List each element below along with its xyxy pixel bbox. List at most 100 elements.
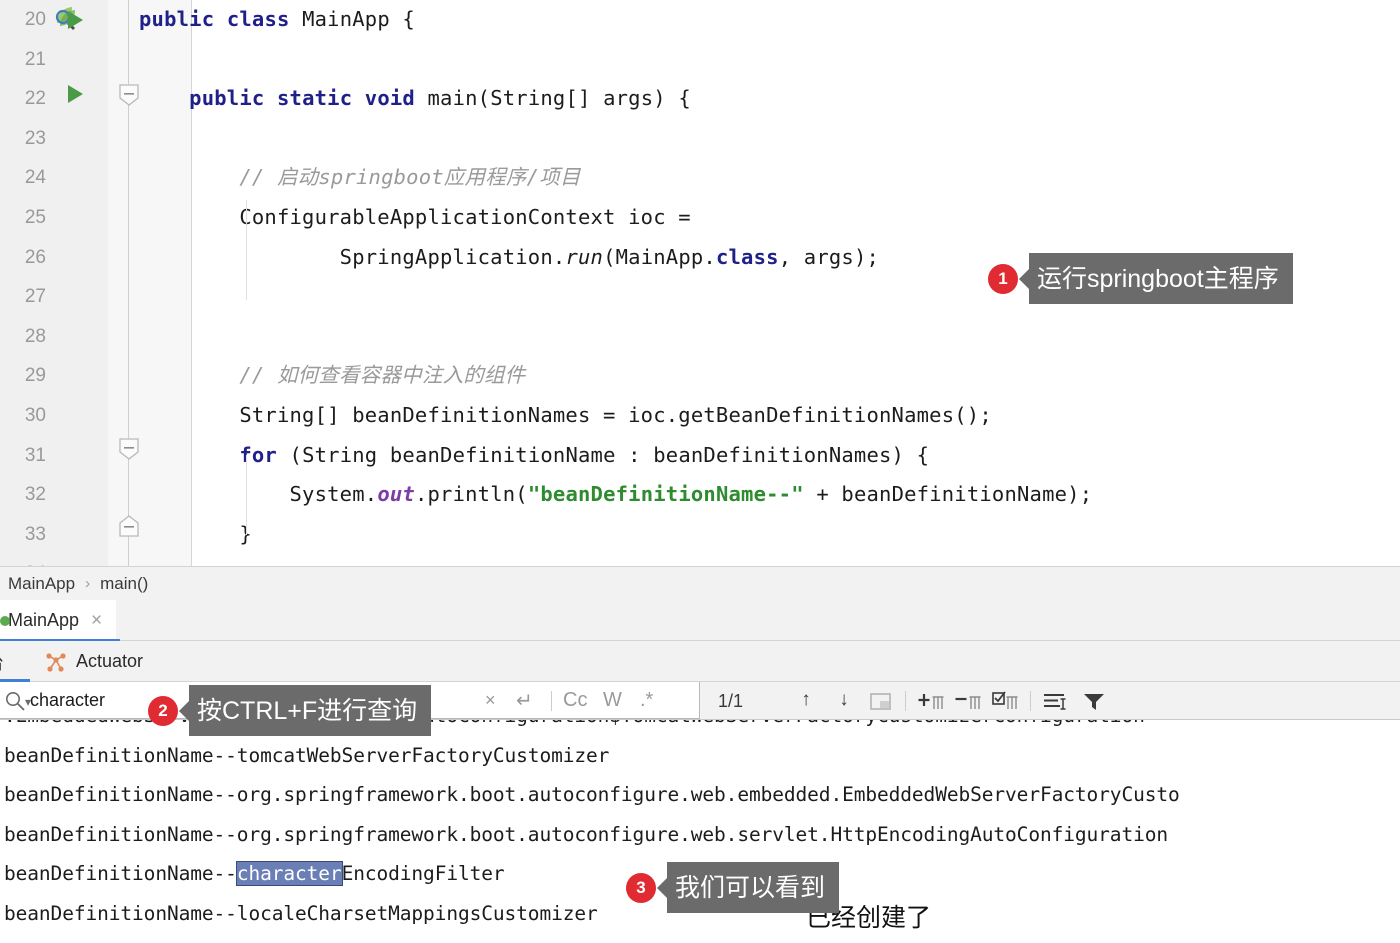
code-line[interactable]: 32 System.out.println("beanDefinitionNam… [0, 475, 1400, 515]
console-tab-strip[interactable]: 台 Actuator [0, 641, 1400, 682]
code-line[interactable]: 25 ConfigurableApplicationContext ioc = [0, 198, 1400, 238]
regex-toggle[interactable]: .* [640, 689, 653, 712]
console-line-text-after-match: EncodingFilter [341, 862, 505, 886]
tab-console-label: 台 [0, 649, 4, 675]
close-icon[interactable]: × [91, 611, 102, 630]
console-line[interactable]: beanDefinitionName--org.springframework.… [4, 783, 1180, 806]
code-text: SpringApplication.run(MainApp.class, arg… [139, 238, 879, 278]
code-token: run [565, 244, 604, 269]
run-main-method-icon[interactable] [68, 85, 83, 103]
code-token: // 启动springboot应用程序/项目 [239, 165, 581, 190]
code-token: + beanDefinitionName); [803, 482, 1093, 507]
code-token: class [226, 7, 290, 31]
code-token: void [364, 86, 415, 111]
annotation-text-box: 按CTRL+F进行查询 [189, 685, 432, 736]
annotation-number-badge: 3 [626, 872, 656, 903]
newline-search-icon[interactable]: ↵ [516, 688, 533, 713]
line-number: 20 [24, 9, 46, 30]
line-number: 24 [24, 167, 46, 189]
search-history-chevron-down-icon[interactable]: ▾ [25, 695, 31, 709]
code-token: public [139, 7, 215, 31]
search-input[interactable]: character [30, 690, 105, 711]
line-number: 25 [24, 206, 46, 228]
console-line[interactable]: beanDefinitionName--tomcatWebServerFacto… [4, 744, 609, 767]
indent-guide [246, 455, 247, 535]
line-number: 26 [24, 246, 46, 268]
code-token: // 如何查看容器中注入的组件 [239, 363, 526, 388]
code-token: static [276, 86, 353, 111]
code-token: MainApp { [289, 7, 415, 31]
breadcrumb-separator-icon: › [85, 575, 91, 592]
code-line[interactable]: 23 [0, 119, 1400, 159]
match-case-toggle[interactable]: Cc [563, 689, 587, 712]
line-number: 32 [24, 484, 46, 506]
code-line[interactable]: 20 public class MainApp { [0, 0, 1400, 40]
code-token: .println( [414, 482, 528, 507]
soft-wrap-icon[interactable] [1042, 691, 1068, 713]
fold-marker-expand-icon[interactable] [118, 515, 140, 537]
code-line[interactable]: 21 [0, 40, 1400, 80]
run-class-icon[interactable] [68, 11, 83, 29]
console-line-text: beanDefinitionName-- [4, 862, 237, 886]
code-line[interactable]: 24 // 启动springboot应用程序/项目 [0, 158, 1400, 198]
code-text: public static void main(String[] args) { [139, 79, 691, 119]
console-line[interactable]: beanDefinitionName--org.springframework.… [4, 823, 1168, 846]
code-token: (MainApp. [603, 244, 716, 269]
clear-search-icon[interactable]: × [485, 690, 496, 711]
tab-actuator[interactable]: Actuator [44, 641, 143, 682]
select-all-occurrences-icon[interactable] [869, 692, 893, 712]
line-number: 34 [0, 554, 46, 566]
console-line-text: beanDefinitionName--localeCharsetMapping… [4, 902, 598, 925]
code-token: SpringApplication. [139, 244, 566, 269]
line-number: 31 [24, 444, 46, 466]
line-number: 29 [24, 365, 46, 387]
code-token: String[] beanDefinitionNames = ioc.getBe… [139, 402, 992, 427]
annotation-number-badge: 1 [988, 263, 1018, 294]
run-tool-window-tabs[interactable]: MainApp × [0, 600, 1400, 642]
annotation-callout: 3 我们可以看到 [626, 862, 840, 913]
console-line[interactable]: beanDefinitionName--localeCharsetMapping… [4, 902, 598, 925]
check-filter-icon[interactable] [992, 690, 1020, 713]
code-line[interactable]: 30 String[] beanDefinitionNames = ioc.ge… [0, 396, 1400, 436]
toolbar-divider [905, 691, 906, 711]
ide-window: 20 public class MainApp {21 22 public stat… [0, 0, 1400, 943]
code-token: public [189, 86, 265, 111]
breadcrumb-item-method[interactable]: main() [100, 574, 148, 594]
breadcrumb[interactable]: MainApp › main() [0, 566, 1400, 600]
code-token: ConfigurableApplicationContext ioc = [139, 204, 691, 229]
search-options-divider [551, 691, 552, 711]
code-line[interactable]: 31 for (String beanDefinitionName : bean… [0, 436, 1400, 476]
console-line-text: beanDefinitionName--org.springframework.… [4, 822, 1168, 846]
console-line-text: beanDefinitionName--tomcatWebServerFacto… [4, 743, 610, 767]
find-next-button[interactable]: ↓ [833, 689, 855, 711]
run-tab-mainapp[interactable]: MainApp × [0, 600, 117, 641]
code-token: , args); [778, 244, 880, 269]
remove-filter-icon[interactable] [955, 691, 983, 713]
code-line[interactable]: 28 [0, 317, 1400, 357]
annotation-number-badge: 2 [148, 695, 178, 726]
find-previous-button[interactable]: ↑ [795, 689, 817, 711]
code-token: class [715, 244, 779, 269]
console-line-text: beanDefinitionName--org.springframework.… [4, 783, 1180, 807]
code-line[interactable]: 34 [0, 554, 1400, 566]
line-number: 30 [24, 404, 46, 426]
code-text: } [139, 515, 252, 555]
add-filter-icon[interactable] [918, 691, 946, 713]
annotation-text-box: 我们可以看到 [667, 862, 840, 913]
code-line[interactable]: 22 public static void main(String[] args… [0, 79, 1400, 119]
fold-marker-collapse-icon[interactable] [118, 438, 140, 460]
tab-console[interactable]: 台 [0, 641, 4, 682]
filter-funnel-icon[interactable] [1082, 691, 1106, 713]
line-number: 28 [24, 325, 46, 347]
whole-words-toggle[interactable]: W [603, 689, 622, 712]
tab-actuator-label: Actuator [76, 651, 144, 671]
line-number: 33 [24, 523, 46, 545]
breadcrumb-item-class[interactable]: MainApp [8, 574, 75, 594]
code-line[interactable]: 29 // 如何查看容器中注入的组件 [0, 356, 1400, 396]
console-line[interactable]: beanDefinitionName--characterEncodingFil… [4, 861, 505, 887]
code-token: for [239, 442, 277, 467]
code-line[interactable]: 33 } [0, 515, 1400, 555]
fold-marker-collapse-icon[interactable] [118, 84, 140, 106]
